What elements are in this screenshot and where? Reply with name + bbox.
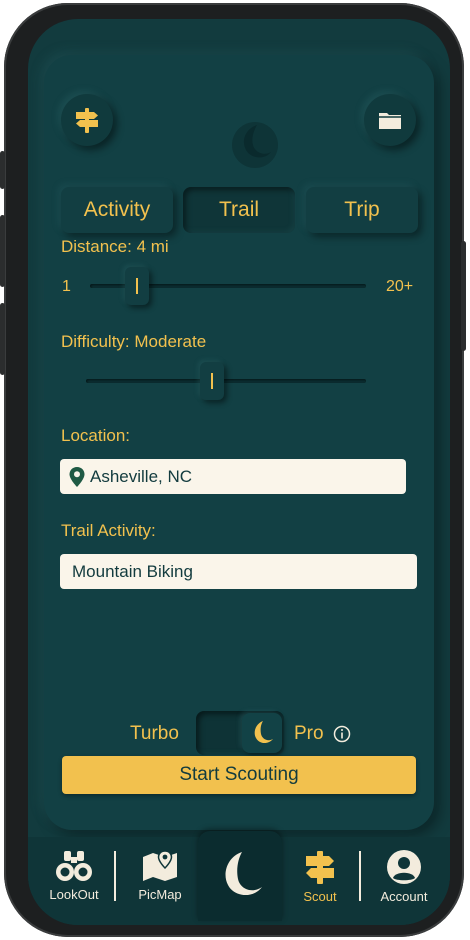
nav-picmap[interactable]: PicMap xyxy=(124,837,196,925)
crescent-logo-icon xyxy=(232,122,278,168)
info-icon[interactable] xyxy=(333,725,351,743)
nav-scout-label: Scout xyxy=(303,889,337,904)
signpost-button[interactable] xyxy=(61,94,113,146)
crescent-logo-icon xyxy=(254,721,273,744)
map-pin-icon xyxy=(69,466,85,487)
nav-scout[interactable]: Scout xyxy=(284,837,356,925)
binoculars-icon xyxy=(56,851,92,881)
trail-activity-label: Trail Activity: xyxy=(61,521,156,540)
nav-divider xyxy=(114,851,116,901)
folder-icon xyxy=(379,113,401,129)
map-icon xyxy=(143,850,177,881)
tab-trail[interactable]: Trail xyxy=(183,187,295,233)
user-icon xyxy=(387,850,421,884)
location-label: Location: xyxy=(61,426,130,445)
signpost-icon xyxy=(76,108,98,133)
nav-account[interactable]: Account xyxy=(368,837,440,925)
trail-activity-value: Mountain Biking xyxy=(72,561,193,581)
location-value: Asheville, NC xyxy=(90,466,193,486)
tab-trip[interactable]: Trip xyxy=(306,187,418,233)
nav-account-label: Account xyxy=(380,889,428,904)
difficulty-slider-thumb[interactable] xyxy=(200,362,224,400)
phone-side-button xyxy=(461,241,466,351)
phone-side-button xyxy=(0,303,5,375)
difficulty-label: Difficulty: Moderate xyxy=(61,332,207,351)
tab-activity[interactable]: Activity xyxy=(61,187,173,233)
signpost-icon xyxy=(306,851,334,884)
difficulty-slider-track[interactable] xyxy=(86,379,366,383)
distance-min-label: 1 xyxy=(62,278,71,295)
toggle-knob xyxy=(242,713,282,753)
pro-label: Pro xyxy=(294,723,324,744)
distance-slider-thumb[interactable] xyxy=(124,267,149,305)
nav-picmap-label: PicMap xyxy=(138,887,182,902)
phone-frame: Activity Trail Trip Distance: 4 mi 1 20+… xyxy=(0,3,466,937)
nav-divider xyxy=(359,851,361,901)
scout-panel: Activity Trail Trip Distance: 4 mi 1 20+… xyxy=(44,55,434,830)
trail-activity-field[interactable]: Mountain Biking xyxy=(60,554,417,589)
app-screen: Activity Trail Trip Distance: 4 mi 1 20+… xyxy=(28,19,450,925)
turbo-label: Turbo xyxy=(130,723,179,744)
folder-button[interactable] xyxy=(364,94,416,146)
nav-lookout-label: LookOut xyxy=(49,887,99,902)
phone-side-button xyxy=(0,215,5,287)
nav-lookout[interactable]: LookOut xyxy=(38,837,110,925)
crescent-logo-icon xyxy=(225,852,262,896)
distance-label: Distance: 4 mi xyxy=(61,237,169,256)
nav-home[interactable] xyxy=(198,831,282,921)
bottom-nav: LookOut PicMap Scout Account xyxy=(28,831,450,925)
distance-max-label: 20+ xyxy=(386,278,414,295)
phone-side-button xyxy=(0,151,5,189)
location-field[interactable]: Asheville, NC xyxy=(60,459,406,494)
turbo-pro-toggle[interactable] xyxy=(196,711,284,755)
start-scouting-button[interactable]: Start Scouting xyxy=(62,756,416,794)
